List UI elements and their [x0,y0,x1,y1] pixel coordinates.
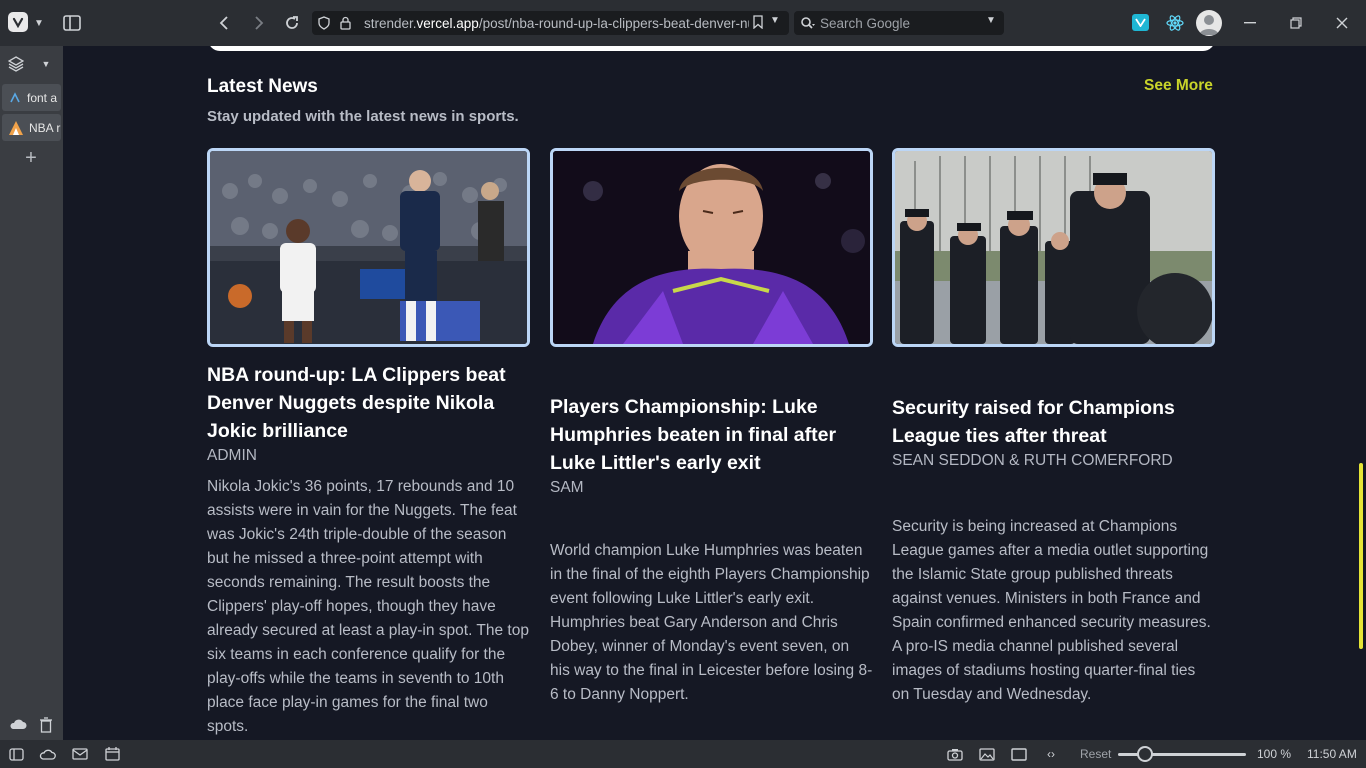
favicon-icon [8,91,22,105]
sync-cloud-icon[interactable] [38,746,56,762]
forward-icon[interactable] [249,13,269,33]
section-title: Latest News [207,76,318,97]
news-author: SEAN SEDDON & RUTH COMERFORD [892,452,1173,469]
zoom-slider-handle[interactable] [1137,746,1153,762]
search-bar[interactable]: Search Google ▼ [794,11,1004,35]
scrollbar-thumb[interactable] [1359,463,1363,649]
sidebar-tab-font[interactable]: font a [2,84,61,111]
tab-sidebar: ▼ font a NBA r + [0,46,63,740]
url-dropdown-icon[interactable]: ▼ [770,15,780,26]
section-subtitle: Stay updated with the latest news in spo… [207,108,519,125]
news-card[interactable]: NBA round-up: LA Clippers beat Denver Nu… [207,148,530,739]
close-icon[interactable] [1332,13,1352,33]
chevron-down-icon[interactable]: ▼ [32,14,46,32]
new-tab-plus-icon[interactable]: + [22,147,40,169]
sidebar-tab-label: font a [27,90,58,105]
react-devtools-icon[interactable] [1165,13,1185,33]
panel-icon[interactable] [8,746,24,762]
search-icon [800,16,816,30]
news-description: World champion Luke Humphries was beaten… [550,542,873,703]
status-bar: ‹› Reset 100 % 11:50 AM [0,740,1366,768]
shield-icon[interactable] [318,16,332,30]
trash-icon[interactable] [37,716,55,734]
code-icon[interactable]: ‹› [1042,746,1060,762]
lock-icon[interactable] [340,16,354,30]
calendar-icon[interactable] [103,746,121,762]
extension-icon[interactable] [1132,14,1149,31]
sidebar-tab-nba[interactable]: NBA r [2,114,61,141]
previous-section-card [208,46,1215,51]
search-dropdown-icon[interactable]: ▼ [986,15,996,26]
mail-icon[interactable] [71,746,89,762]
news-author: SAM [550,479,584,496]
restore-icon[interactable] [1286,13,1306,33]
camera-icon[interactable] [946,746,964,762]
search-placeholder: Search Google [820,15,911,31]
url-prefix: strender. [364,15,417,31]
zoom-level: 100 % [1257,747,1292,761]
image-icon[interactable] [978,746,996,762]
news-thumbnail-basketball[interactable] [207,148,530,347]
news-title[interactable]: Players Championship: Luke Humphries bea… [550,393,873,477]
browser-toolbar: ▼ strender.vercel.app/post/nba-round-up-… [0,0,1366,46]
url-path: /post/nba-round-up-la-clippers-beat-denv… [478,15,755,31]
vivaldi-menu-icon[interactable] [8,12,28,32]
favicon-icon [8,120,24,136]
news-description: Nikola Jokic's 36 points, 17 rebounds an… [207,478,529,735]
news-description: Security is being increased at Champions… [892,518,1211,703]
news-title[interactable]: Security raised for Champions League tie… [892,394,1215,450]
page-tiling-icon[interactable] [1010,746,1028,762]
news-author: ADMIN [207,447,257,464]
news-card[interactable]: Security raised for Champions League tie… [892,148,1215,707]
page-content: Latest News Stay updated with the latest… [63,46,1357,740]
url-domain: vercel.app [416,15,479,31]
zoom-reset-button[interactable]: Reset [1080,747,1111,761]
reload-icon[interactable] [282,13,302,33]
tab-stack-icon[interactable] [6,54,26,74]
tab-menu-chevron-icon[interactable]: ▼ [40,57,52,71]
news-thumbnail-darts[interactable] [550,148,873,347]
see-more-link[interactable]: See More [1144,77,1213,95]
address-bar[interactable]: strender.vercel.app/post/nba-round-up-la… [312,11,789,35]
bookmark-icon[interactable] [749,15,763,29]
minimize-icon[interactable] [1240,13,1260,33]
cloud-icon[interactable] [8,716,28,732]
news-title[interactable]: NBA round-up: LA Clippers beat Denver Nu… [207,361,530,445]
news-thumbnail-security[interactable] [892,148,1215,347]
sidebar-tab-label: NBA r [29,120,61,135]
profile-avatar-icon[interactable] [1196,10,1222,36]
clock: 11:50 AM [1307,747,1357,761]
back-icon[interactable] [214,13,234,33]
url-text: strender.vercel.app/post/nba-round-up-la… [364,16,755,31]
panel-toggle-icon[interactable] [62,13,82,33]
news-card[interactable]: Players Championship: Luke Humphries bea… [550,148,873,707]
